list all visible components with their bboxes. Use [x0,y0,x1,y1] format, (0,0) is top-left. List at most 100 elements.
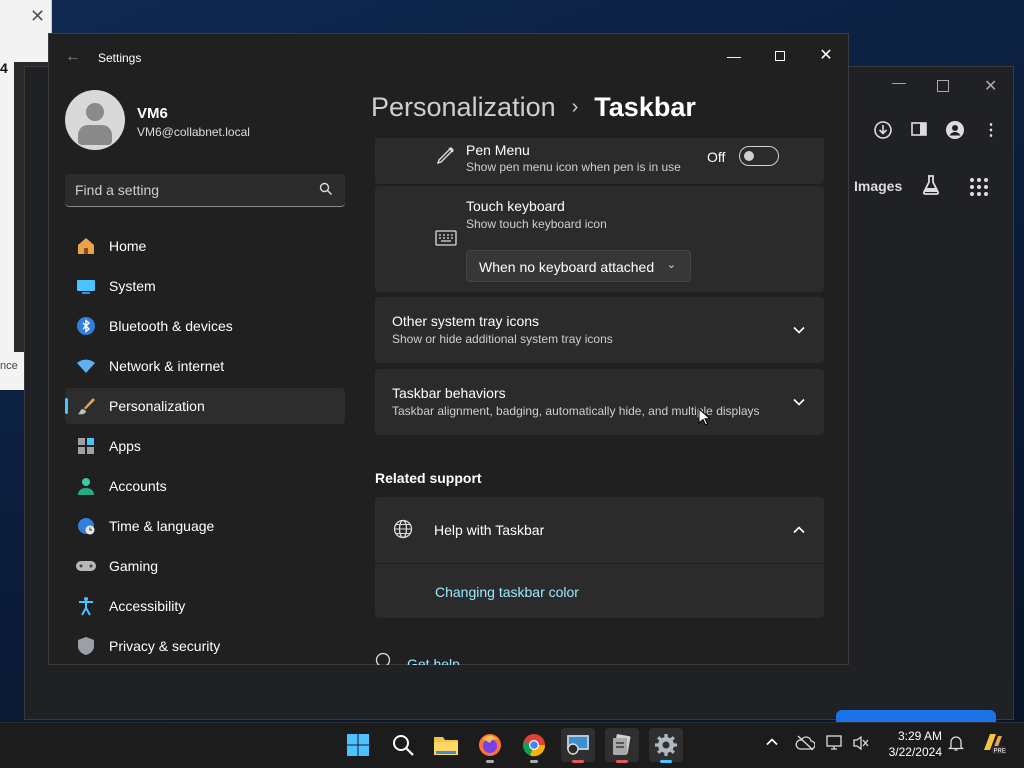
volume-muted-icon[interactable] [852,735,870,754]
pen-menu-toggle[interactable] [739,146,779,166]
title-bar: ← Settings — ✕ [49,34,848,82]
pen-icon [436,147,454,165]
sidebar-item-bluetooth[interactable]: Bluetooth & devices [65,308,345,344]
sidebar-item-time-language[interactable]: Time & language [65,508,345,544]
window-title: Settings [98,51,142,65]
search-box[interactable] [65,174,345,207]
side-panel-icon[interactable] [908,120,930,142]
taskbar [0,722,1024,768]
sidebar-item-network[interactable]: Network & internet [65,348,345,384]
breadcrumb-parent[interactable]: Personalization [371,92,556,123]
wifi-icon [75,355,97,377]
avatar[interactable] [65,90,125,150]
chevron-down-icon [793,326,805,334]
touch-keyboard-title: Touch keyboard [466,198,565,214]
taskbar-behaviors-row[interactable]: Taskbar behaviors Taskbar alignment, bad… [375,369,824,435]
other-tray-desc: Show or hide additional system tray icon… [392,332,613,346]
globe-icon [393,519,413,539]
background-window-bottom-text: nce [0,360,18,372]
settings-window: ← Settings — ✕ VM6 VM6@collabnet.local H… [48,33,849,665]
sidebar-item-label: System [109,278,156,294]
sidebar-item-label: Network & internet [109,358,225,374]
sidebar-item-home[interactable]: Home [65,228,345,264]
home-icon [75,235,97,257]
maximize-button[interactable] [757,40,803,72]
browser-close-icon[interactable]: ✕ [984,76,997,96]
sidebar-item-label: Apps [109,438,141,454]
images-link[interactable]: Images [854,178,902,194]
sidebar-item-label: Privacy & security [109,638,221,654]
sidebar-item-privacy[interactable]: Privacy & security [65,628,345,664]
labs-icon[interactable] [920,174,942,202]
help-with-taskbar-header[interactable]: Help with Taskbar [375,497,824,563]
copilot-preview-icon[interactable]: PRE [980,730,1006,759]
browser-minimize-icon[interactable]: — [892,74,906,90]
menu-icon[interactable]: ⋮ [980,120,1002,142]
minimize-button[interactable]: — [711,40,757,72]
sidebar-item-accessibility[interactable]: Accessibility [65,588,345,624]
notification-bell-icon[interactable] [947,735,965,754]
browser-maximize-icon[interactable] [937,80,949,92]
gamepad-icon [75,555,97,577]
clock[interactable]: 3:29 AM 3/22/2024 [884,728,942,760]
other-tray-row[interactable]: Other system tray icons Show or hide add… [375,297,824,363]
file-explorer-icon[interactable] [429,728,463,762]
dropdown-value: When no keyboard attached [479,259,655,275]
windows-start-icon[interactable] [341,728,375,762]
cloud-offline-icon[interactable] [795,735,816,754]
system-icon [75,275,97,297]
chevron-up-icon [793,526,805,534]
close-button[interactable]: ✕ [803,40,849,72]
sidebar-item-accounts[interactable]: Accounts [65,468,345,504]
chevron-up-icon[interactable] [765,735,779,752]
pen-menu-row: Pen Menu Show pen menu icon when pen is … [375,138,824,184]
content-pane[interactable]: Pen Menu Show pen menu icon when pen is … [375,138,825,665]
mouse-cursor-icon [698,408,710,426]
remote-desktop-icon[interactable] [561,728,595,763]
sidebar-item-label: Time & language [109,518,215,534]
help-icon [375,652,391,665]
app-icon[interactable] [605,728,639,763]
changing-taskbar-color-link[interactable]: Changing taskbar color [435,584,579,600]
sidebar-item-system[interactable]: System [65,268,345,304]
help-content: Changing taskbar color [375,564,824,618]
search-icon[interactable] [319,182,333,196]
sidebar-item-gaming[interactable]: Gaming [65,548,345,584]
apps-icon [75,435,97,457]
pen-menu-desc: Show pen menu icon when pen is in use [466,160,681,174]
chevron-down-icon: ⌄ [666,259,676,271]
firefox-icon[interactable] [473,728,507,763]
shield-icon [75,635,97,657]
background-window-text: 4 [0,60,8,76]
pen-menu-title: Pen Menu [466,142,530,158]
user-email: VM6@collabnet.local [137,125,250,139]
apps-grid-icon[interactable] [970,178,988,196]
sidebar-item-label: Home [109,238,147,254]
settings-gear-icon[interactable] [649,728,683,763]
other-tray-title: Other system tray icons [392,313,540,329]
taskbar-behaviors-title: Taskbar behaviors [392,385,506,401]
sidebar-item-apps[interactable]: Apps [65,428,345,464]
sidebar-item-label: Gaming [109,558,159,574]
bluetooth-icon [75,315,97,337]
network-icon[interactable] [826,735,844,754]
profile-icon[interactable] [944,120,966,142]
chrome-icon[interactable] [517,728,551,763]
sidebar-item-personalization[interactable]: Personalization [65,388,345,424]
help-title: Help with Taskbar [434,522,545,538]
touch-keyboard-dropdown[interactable]: When no keyboard attached ⌄ [466,250,691,282]
browser-button-edge[interactable] [836,710,996,722]
clock-date: 3/22/2024 [888,745,942,759]
accessibility-icon [75,595,97,617]
breadcrumb: Personalization › Taskbar [371,92,696,123]
clock-time: 3:29 AM [897,729,942,743]
close-icon[interactable]: ✕ [30,6,45,27]
get-help-link[interactable]: Get help [407,656,460,665]
sidebar-item-label: Personalization [109,398,205,414]
svg-text:PRE: PRE [994,749,1006,755]
search-icon[interactable] [386,728,420,762]
related-support-heading: Related support [375,470,482,486]
search-input[interactable] [75,181,305,199]
download-icon[interactable] [872,120,894,142]
back-arrow-icon[interactable]: ← [65,48,81,66]
